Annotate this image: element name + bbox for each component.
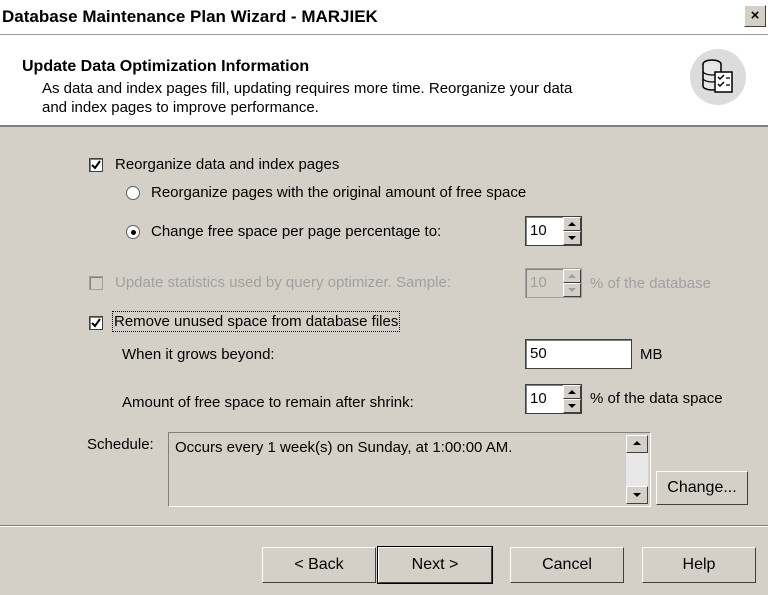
free-space-remain-label: Amount of free space to remain after shr… <box>122 394 414 411</box>
radio-selected-dot <box>131 230 136 235</box>
remove-unused-space-checkbox[interactable] <box>89 316 103 330</box>
spin-up-button[interactable] <box>563 269 581 283</box>
radio-change-free-space[interactable] <box>126 225 140 239</box>
spinner-buttons <box>563 217 581 245</box>
back-button-label: < Back <box>294 556 344 573</box>
schedule-textbox[interactable]: Occurs every 1 week(s) on Sunday, at 1:0… <box>168 432 651 507</box>
statistics-sample-suffix: % of the database <box>590 275 711 292</box>
remove-unused-space-label[interactable]: Remove unused space from database files <box>111 311 401 332</box>
page-description: As data and index pages fill, updating r… <box>42 79 682 117</box>
statistics-sample-spinner[interactable]: 10 <box>525 268 582 298</box>
statistics-sample-value[interactable]: 10 <box>530 274 547 291</box>
spin-down-button[interactable] <box>563 283 581 297</box>
spin-up-button[interactable] <box>563 217 581 231</box>
free-space-percent-spinner[interactable]: 10 <box>525 216 582 246</box>
next-button[interactable]: Next > <box>377 546 493 584</box>
wizard-header: Update Data Optimization Information As … <box>0 35 768 127</box>
next-button-label: Next > <box>411 556 459 573</box>
database-checklist-icon <box>690 49 746 105</box>
grows-beyond-label: When it grows beyond: <box>122 346 275 363</box>
radio-original-free-space[interactable] <box>126 186 140 200</box>
radio-change-label[interactable]: Change free space per page percentage to… <box>151 223 441 240</box>
help-button-label: Help <box>682 556 716 573</box>
change-schedule-label: Change... <box>667 479 737 496</box>
close-icon: × <box>750 7 760 24</box>
title-bar[interactable]: Database Maintenance Plan Wizard - MARJI… <box>0 0 768 35</box>
free-space-percent-value[interactable]: 10 <box>530 222 547 239</box>
spin-up-button[interactable] <box>563 385 581 399</box>
page-title: Update Data Optimization Information <box>22 58 310 75</box>
free-space-remain-value[interactable]: 10 <box>530 390 547 407</box>
scroll-down-button[interactable] <box>626 486 648 504</box>
free-space-remain-suffix: % of the data space <box>590 390 723 407</box>
radio-original-label[interactable]: Reorganize pages with the original amoun… <box>151 184 526 201</box>
page-description-line2: and index pages to improve performance. <box>42 99 319 116</box>
free-space-remain-spinner[interactable]: 10 <box>525 384 582 414</box>
change-schedule-button[interactable]: Change... <box>656 471 748 505</box>
cancel-button[interactable]: Cancel <box>510 547 624 583</box>
close-button[interactable]: × <box>744 5 766 27</box>
back-button[interactable]: < Back <box>262 547 376 583</box>
window-title: Database Maintenance Plan Wizard - MARJI… <box>2 7 378 26</box>
grows-beyond-value[interactable]: 50 <box>530 345 547 362</box>
page-description-line1: As data and index pages fill, updating r… <box>42 80 573 97</box>
scroll-up-button[interactable] <box>626 435 648 453</box>
update-statistics-checkbox[interactable] <box>89 276 103 290</box>
reorganize-label[interactable]: Reorganize data and index pages <box>115 156 339 173</box>
spin-down-button[interactable] <box>563 231 581 245</box>
help-button[interactable]: Help <box>642 547 756 583</box>
spin-down-button[interactable] <box>563 399 581 413</box>
schedule-scrollbar[interactable] <box>626 435 648 504</box>
wizard-window: Database Maintenance Plan Wizard - MARJI… <box>0 0 768 595</box>
schedule-label: Schedule: <box>87 436 154 453</box>
update-statistics-label[interactable]: Update statistics used by query optimize… <box>115 274 451 291</box>
schedule-text: Occurs every 1 week(s) on Sunday, at 1:0… <box>175 439 513 456</box>
spinner-buttons <box>563 385 581 413</box>
footer-separator <box>0 525 768 527</box>
spinner-buttons <box>563 269 581 297</box>
grows-beyond-input[interactable]: 50 <box>525 339 632 369</box>
cancel-button-label: Cancel <box>542 556 592 573</box>
reorganize-checkbox[interactable] <box>89 158 103 172</box>
grows-beyond-unit: MB <box>640 346 663 363</box>
